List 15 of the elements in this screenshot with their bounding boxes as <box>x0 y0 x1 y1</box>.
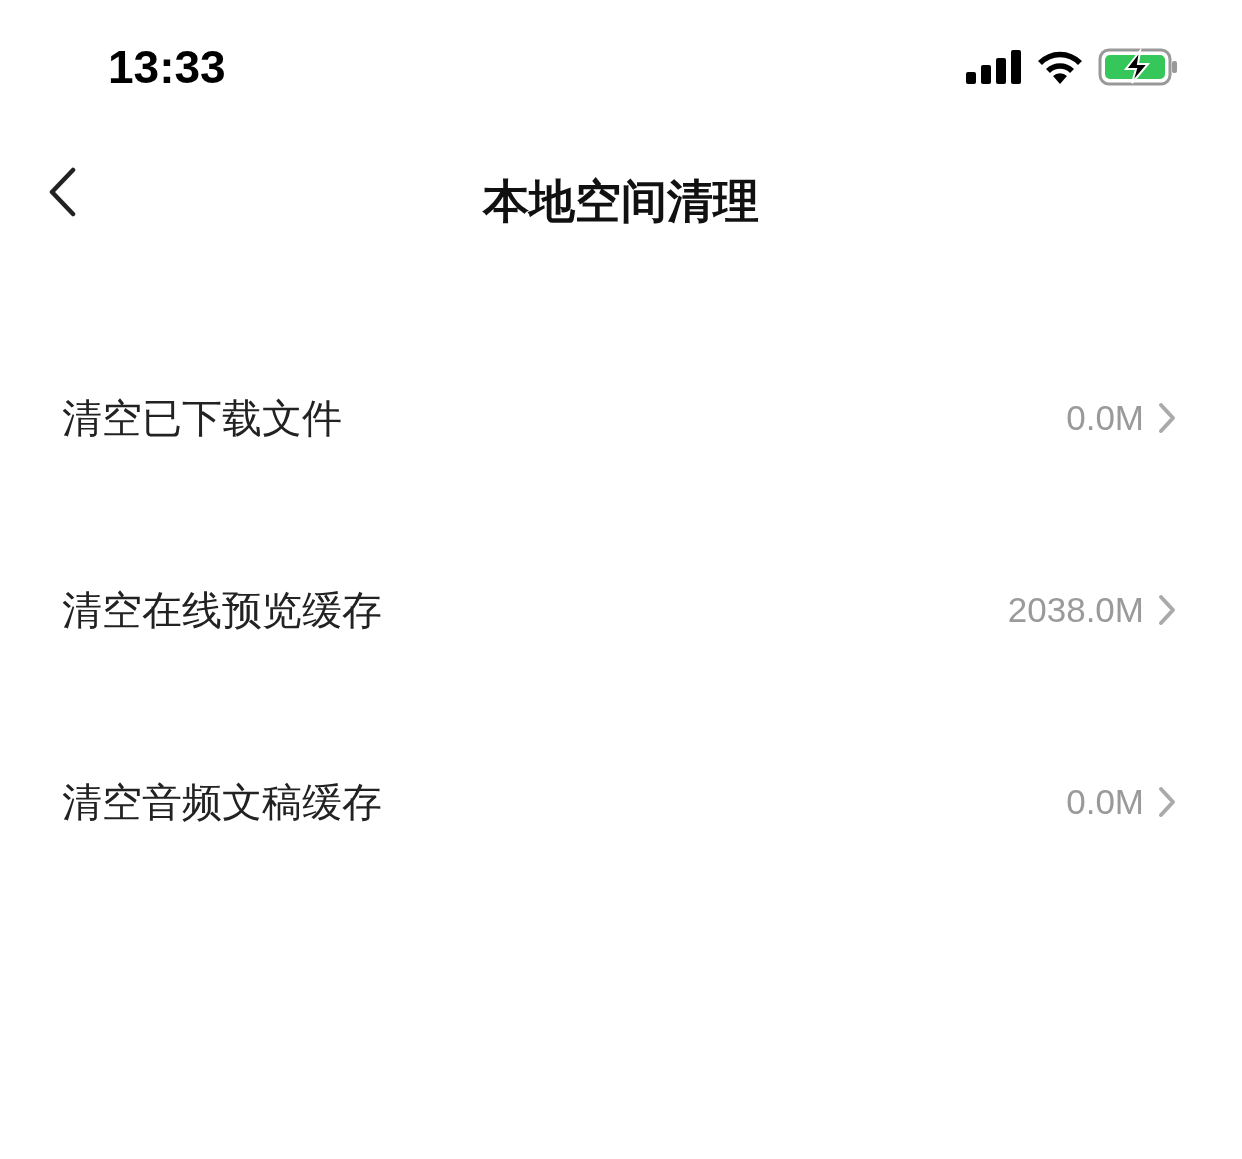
chevron-right-icon <box>1158 402 1176 434</box>
setting-label[interactable]: 清空在线预览缓存 <box>62 582 382 638</box>
setting-label[interactable]: 清空音频文稿缓存 <box>62 774 382 830</box>
status-time: 13:33 <box>108 40 226 94</box>
signal-icon <box>966 50 1022 84</box>
chevron-right-icon <box>1158 786 1176 818</box>
chevron-right-icon <box>1158 594 1176 626</box>
cache-size: 0.0M <box>1066 398 1144 438</box>
wifi-icon <box>1036 50 1084 84</box>
page-title: 本地空间清理 <box>483 173 759 230</box>
cache-size: 0.0M <box>1066 782 1144 822</box>
back-icon <box>48 167 76 217</box>
battery-charging-icon <box>1098 48 1178 86</box>
setting-label[interactable]: 清空已下载文件 <box>62 390 342 446</box>
cache-size: 2038.0M <box>1007 590 1144 630</box>
